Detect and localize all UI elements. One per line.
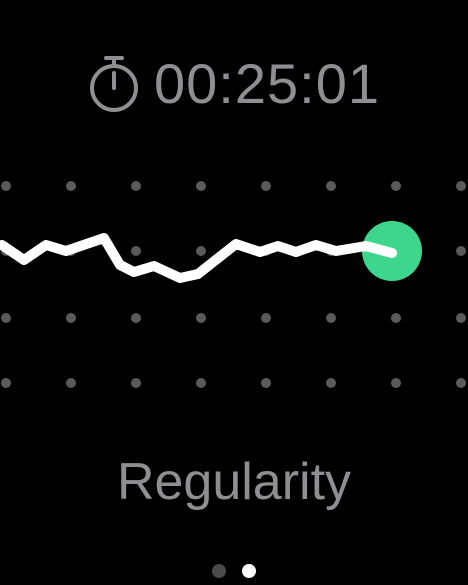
timer-row: 00:25:01 [0,52,468,116]
stopwatch-icon [90,56,138,112]
page-dot-1[interactable] [212,564,226,578]
regularity-line [0,233,397,283]
page-indicator [0,563,468,579]
metric-label: Regularity [116,453,352,511]
elapsed-time: 00:25:01 [154,52,380,115]
page-dot-2[interactable] [242,564,256,578]
regularity-graph [0,181,466,388]
grid-dots [1,181,466,388]
